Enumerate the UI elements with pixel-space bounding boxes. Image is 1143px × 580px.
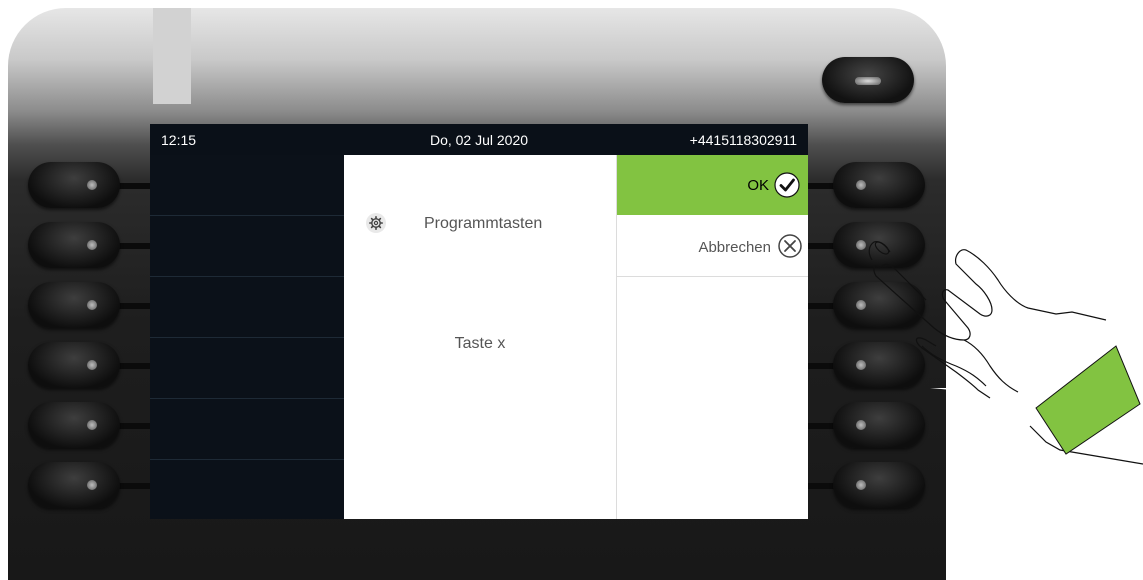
pointing-hand-icon	[868, 241, 1143, 465]
key-led	[856, 180, 866, 190]
key-label: Taste x	[454, 335, 506, 352]
menu-panel: Programmtasten Taste x	[344, 155, 616, 519]
right-key-1[interactable]	[833, 162, 925, 208]
left-key-4[interactable]	[28, 342, 120, 388]
ok-label: OK	[747, 177, 769, 194]
left-key-3[interactable]	[28, 282, 120, 328]
left-key-slot	[150, 277, 344, 338]
gear-icon	[366, 213, 386, 233]
key-led	[87, 240, 97, 250]
key-led	[856, 480, 866, 490]
left-key-slot	[150, 399, 344, 460]
key-led	[87, 180, 97, 190]
phone-slot	[153, 8, 191, 104]
left-key-6[interactable]	[28, 462, 120, 508]
key-led	[87, 420, 97, 430]
left-key-slot	[150, 216, 344, 277]
key-led	[855, 77, 881, 85]
key-led	[87, 480, 97, 490]
key-led	[87, 360, 97, 370]
status-bar: 12:15 Do, 02 Jul 2020 +4415118302911	[150, 124, 808, 155]
left-key-slot	[150, 338, 344, 399]
action-panel: OK Abbrechen	[616, 155, 808, 519]
key-led	[87, 300, 97, 310]
check-circle-icon	[773, 171, 801, 204]
left-key-2[interactable]	[28, 222, 120, 268]
cancel-button[interactable]: Abbrechen	[617, 216, 808, 277]
key-connector	[118, 183, 152, 189]
cancel-label: Abbrechen	[698, 239, 771, 256]
key-connector	[118, 303, 152, 309]
left-key-5[interactable]	[28, 402, 120, 448]
key-connector	[118, 243, 152, 249]
ok-button[interactable]: OK	[617, 155, 808, 215]
left-key-label-panel	[150, 155, 344, 519]
close-circle-icon	[777, 233, 803, 264]
key-connector	[118, 483, 152, 489]
key-connector	[118, 363, 152, 369]
top-function-key[interactable]	[822, 57, 914, 103]
menu-title: Programmtasten	[424, 215, 543, 232]
left-key-slot	[150, 155, 344, 216]
display-screen: 12:15 Do, 02 Jul 2020 +4415118302911 Pro…	[150, 124, 808, 519]
key-connector	[118, 423, 152, 429]
left-key-1[interactable]	[28, 162, 120, 208]
status-phone-number: +4415118302911	[689, 132, 797, 148]
